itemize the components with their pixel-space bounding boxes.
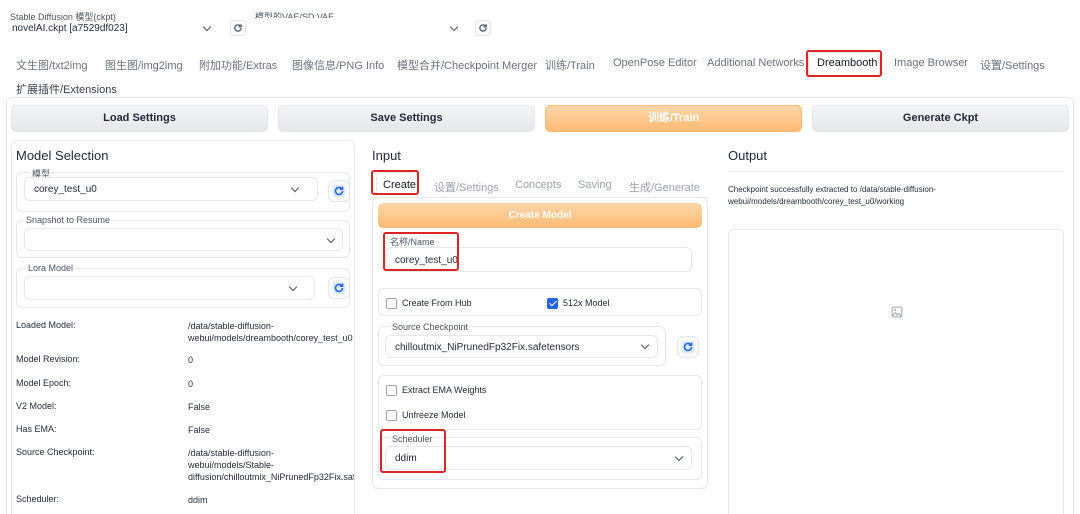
model-value: corey_test_u0: [34, 184, 97, 195]
tab-image-browser[interactable]: Image Browser: [894, 57, 968, 69]
info-key: Model Revision:: [16, 354, 81, 364]
tab-png-info[interactable]: 图像信息/PNG Info: [292, 57, 384, 73]
chevron-down-icon: [674, 452, 684, 462]
model-selection-title: Model Selection: [16, 148, 109, 163]
info-value: ddim: [188, 495, 208, 505]
tab-concepts[interactable]: Concepts: [515, 179, 561, 191]
info-key: Has EMA:: [16, 424, 57, 434]
image-placeholder-icon: [891, 306, 903, 318]
chevron-down-icon: [288, 282, 298, 292]
input-title: Input: [372, 148, 401, 163]
refresh-ckpt-button[interactable]: [230, 20, 246, 36]
refresh-model-button[interactable]: [328, 180, 350, 202]
output-image: [728, 229, 1064, 514]
info-key: Scheduler:: [16, 494, 60, 504]
name-highlight: [383, 232, 459, 271]
tab-additional-networks[interactable]: Additional Networks: [707, 57, 804, 69]
source-checkpoint-select[interactable]: chilloutmix_NiPrunedFp32Fix.safetensors: [385, 335, 658, 358]
load-settings-button[interactable]: Load Settings: [11, 105, 268, 132]
snapshot-label: Snapshot to Resume: [24, 215, 113, 225]
output-title: Output: [728, 148, 768, 163]
info-value: 0: [188, 379, 194, 389]
source-checkpoint-label: Source Checkpoint: [390, 322, 471, 332]
tab-img2img[interactable]: 图生图/img2img: [105, 57, 183, 73]
tab-extensions[interactable]: 扩展插件/Extensions: [16, 81, 117, 97]
tab-train[interactable]: 训练/Train: [545, 57, 595, 73]
output-divider: [728, 171, 1064, 172]
model-512-checkbox[interactable]: [547, 298, 558, 309]
extract-ema-checkbox[interactable]: [386, 385, 397, 396]
chevron-down-icon: [449, 22, 459, 32]
tab-input-settings[interactable]: 设置/Settings: [434, 179, 499, 195]
chevron-down-icon: [326, 234, 336, 244]
chevron-down-icon: [202, 22, 212, 32]
lora-select[interactable]: [24, 276, 315, 300]
vae-select[interactable]: [252, 18, 467, 40]
tab-extras[interactable]: 附加功能/Extras: [199, 57, 277, 73]
chevron-down-icon: [640, 340, 650, 350]
info-value: False: [188, 402, 211, 412]
unfreeze-model-label: Unfreeze Model: [402, 410, 466, 420]
tab-checkpoint-merger[interactable]: 模型合并/Checkpoint Merger: [397, 57, 537, 73]
refresh-icon: [332, 184, 346, 198]
info-value: False: [188, 425, 211, 435]
snapshot-select[interactable]: [24, 228, 343, 251]
refresh-icon: [332, 281, 346, 295]
tab-openpose-editor[interactable]: OpenPose Editor: [613, 57, 697, 69]
info-value: /data/stable-diffusion- webui/models/dre…: [188, 321, 353, 343]
info-value: 0: [188, 355, 194, 365]
scheduler-highlight: [380, 429, 446, 473]
info-value: /data/stable-diffusion- webui/models/Sta…: [188, 448, 354, 482]
extract-ema-label: Extract EMA Weights: [402, 385, 487, 395]
model-512-label: 512x Model: [563, 298, 610, 308]
info-key: Model Epoch:: [16, 378, 72, 388]
train-button[interactable]: 训练/Train: [545, 105, 802, 132]
dreambooth-highlight: [806, 50, 882, 77]
tab-settings[interactable]: 设置/Settings: [980, 57, 1045, 73]
create-from-hub-checkbox[interactable]: [386, 298, 397, 309]
refresh-icon: [681, 340, 695, 354]
ckpt-select[interactable]: novelAI.ckpt [a7529df023]: [8, 18, 220, 39]
chevron-down-icon: [290, 183, 300, 193]
info-key: Loaded Model:: [16, 320, 76, 330]
refresh-source-checkpoint-button[interactable]: [677, 336, 699, 358]
info-key: V2 Model:: [16, 401, 57, 411]
ema-group: [378, 375, 702, 430]
create-model-button[interactable]: Create Model: [378, 203, 702, 228]
model-select[interactable]: corey_test_u0: [24, 177, 318, 201]
create-tab-highlight: [371, 170, 419, 195]
lora-label: Lora Model: [26, 263, 76, 273]
save-settings-button[interactable]: Save Settings: [278, 105, 535, 132]
tab-generate[interactable]: 生成/Generate: [629, 179, 700, 195]
source-checkpoint-value: chilloutmix_NiPrunedFp32Fix.safetensors: [395, 342, 580, 353]
create-from-hub-label: Create From Hub: [402, 298, 472, 308]
refresh-lora-button[interactable]: [328, 277, 350, 299]
refresh-icon: [234, 24, 242, 32]
refresh-icon: [479, 24, 487, 32]
tab-saving[interactable]: Saving: [578, 179, 612, 191]
output-message: Checkpoint successfully extracted to /da…: [728, 185, 936, 206]
unfreeze-model-checkbox[interactable]: [386, 410, 397, 421]
info-key: Source Checkpoint:: [16, 447, 95, 457]
ckpt-value: novelAI.ckpt [a7529df023]: [12, 23, 128, 34]
tab-txt2img[interactable]: 文生图/txt2img: [16, 57, 88, 73]
refresh-vae-button[interactable]: [475, 20, 491, 36]
generate-ckpt-button[interactable]: Generate Ckpt: [812, 105, 1069, 132]
